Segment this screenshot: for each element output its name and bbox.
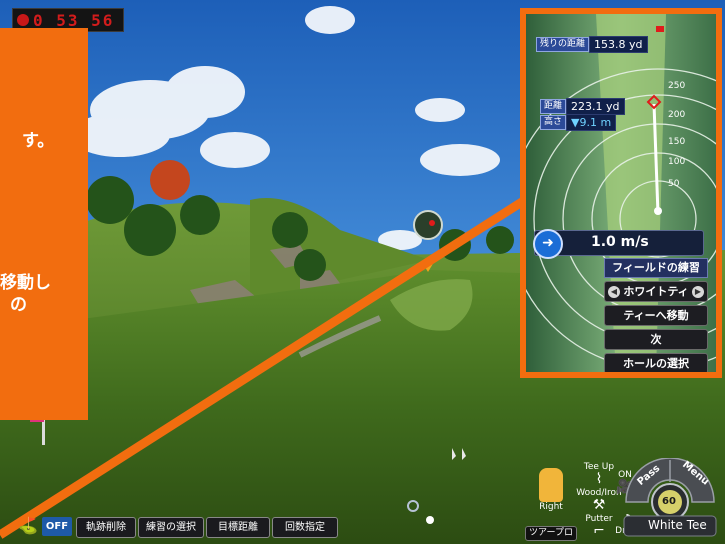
remaining-distance-value: 153.8 yd: [589, 36, 648, 53]
tee-up-button[interactable]: Tee Up ⌇: [579, 462, 619, 486]
clear-trajectory-button[interactable]: 軌跡削除: [76, 517, 136, 538]
target-distance-button[interactable]: 目標距離: [206, 517, 270, 538]
shot-distance-value: 223.1 yd: [566, 98, 625, 115]
course-minimap: 250 200 150 100 50 残りの距離 153.8 yd 距離 223…: [520, 8, 722, 378]
wind-direction-icon: ➜: [533, 229, 563, 259]
repeat-count-button[interactable]: 回数指定: [272, 517, 338, 538]
tee-name: White Tee: [648, 518, 707, 532]
handedness-toggle[interactable]: Right: [533, 468, 569, 512]
wind-speed: 1.0 m/s: [591, 234, 649, 250]
tee-prev-icon[interactable]: ◀: [608, 285, 620, 298]
shot-distance-label: 距離: [540, 99, 567, 114]
ring-label-50: 50: [668, 179, 680, 189]
shot-height-value: ▼9.1 m: [566, 114, 617, 131]
select-practice-button[interactable]: 練習の選択: [138, 517, 204, 538]
shot-height: 高さ ▼9.1 m: [540, 114, 617, 131]
timer-text: 0 53 56: [33, 10, 115, 30]
callout-line-3: の: [10, 295, 27, 315]
player-icon[interactable]: ⛳: [18, 516, 38, 535]
record-indicator-icon: [17, 14, 29, 26]
tee-selector[interactable]: ◀ ホワイトティ ▶: [604, 281, 708, 302]
power-value: 60: [662, 496, 676, 507]
remaining-distance: 残りの距離 153.8 yd: [536, 36, 648, 53]
field-practice-title: フィールドの練習: [604, 258, 708, 278]
move-to-tee-button[interactable]: ティーへ移動: [604, 305, 708, 326]
shot-distance: 距離 223.1 yd: [540, 98, 625, 115]
trajectory-toggle[interactable]: OFF: [42, 517, 72, 536]
remaining-distance-label: 残りの距離: [536, 37, 590, 52]
tee-selector-value: ホワイトティ: [623, 285, 689, 298]
instruction-callout: す。 移動し の: [0, 28, 88, 420]
ring-label-150: 150: [668, 137, 685, 147]
callout-line-1: す。: [22, 131, 55, 151]
select-hole-button[interactable]: ホールの選択: [604, 353, 708, 372]
ring-label-250: 250: [668, 81, 685, 91]
next-button[interactable]: 次: [604, 329, 708, 350]
player-level-button[interactable]: ツアープロ: [525, 526, 577, 541]
tee-up-icon: ⌇: [595, 471, 603, 487]
hand-label: Right: [539, 502, 563, 512]
shot-height-label: 高さ: [540, 115, 567, 130]
tee-next-icon[interactable]: ▶: [692, 285, 704, 298]
ring-label-100: 100: [668, 157, 685, 167]
ring-label-200: 200: [668, 110, 685, 120]
wood-iron-icon: ⚒: [592, 497, 606, 513]
field-practice-panel: フィールドの練習 ◀ ホワイトティ ▶ ティーへ移動 次 ホールの選択: [604, 258, 708, 372]
wind-indicator: ➜ 1.0 m/s: [533, 229, 704, 259]
shot-dial[interactable]: Pass Menu 60 White Tee: [622, 457, 718, 538]
hand-icon: [539, 468, 563, 502]
